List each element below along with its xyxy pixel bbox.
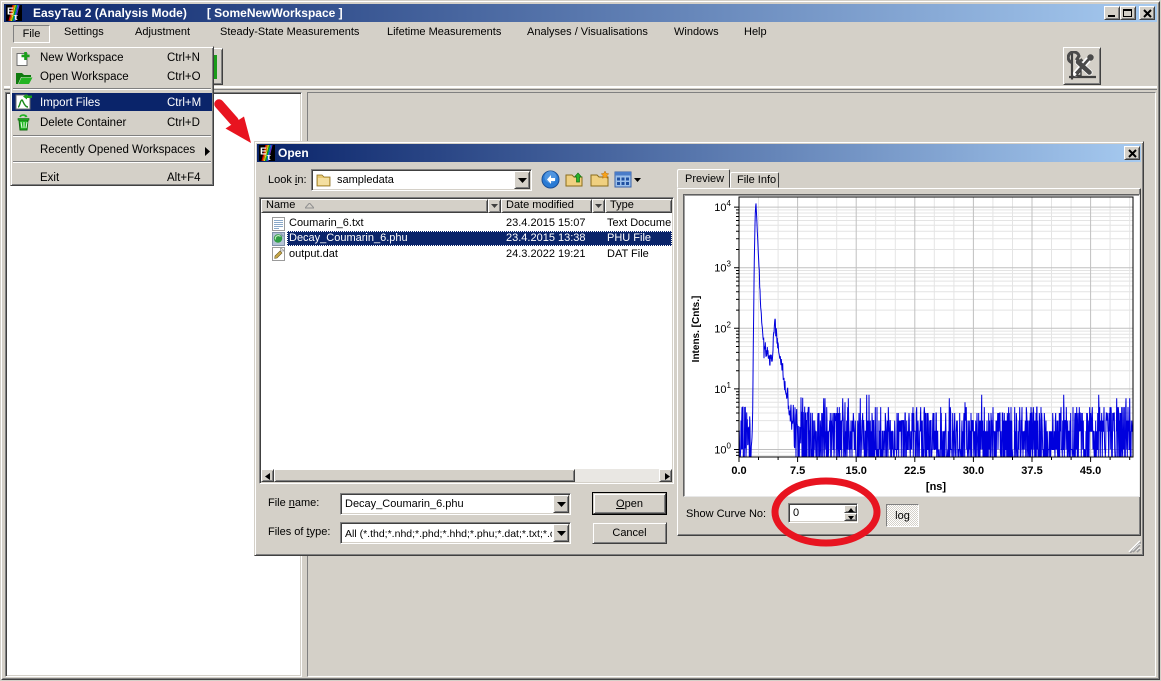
svg-text:30.0: 30.0	[963, 465, 984, 477]
svg-text:7.5: 7.5	[790, 465, 805, 477]
svg-text:τ: τ	[267, 152, 272, 161]
svg-text:101: 101	[714, 381, 731, 396]
svg-text:103: 103	[714, 260, 731, 275]
svg-text:0.0: 0.0	[731, 465, 746, 477]
svg-text:τ: τ	[14, 12, 19, 21]
svg-text:100: 100	[714, 442, 731, 457]
svg-text:22.5: 22.5	[904, 465, 925, 477]
svg-text:102: 102	[714, 320, 731, 335]
svg-text:45.0: 45.0	[1080, 465, 1101, 477]
svg-text:37.5: 37.5	[1021, 465, 1042, 477]
svg-text:15.0: 15.0	[845, 465, 866, 477]
svg-text:104: 104	[714, 199, 731, 214]
svg-text:[ns]: [ns]	[926, 481, 947, 493]
svg-text:Intens. [Cnts.]: Intens. [Cnts.]	[691, 296, 702, 363]
